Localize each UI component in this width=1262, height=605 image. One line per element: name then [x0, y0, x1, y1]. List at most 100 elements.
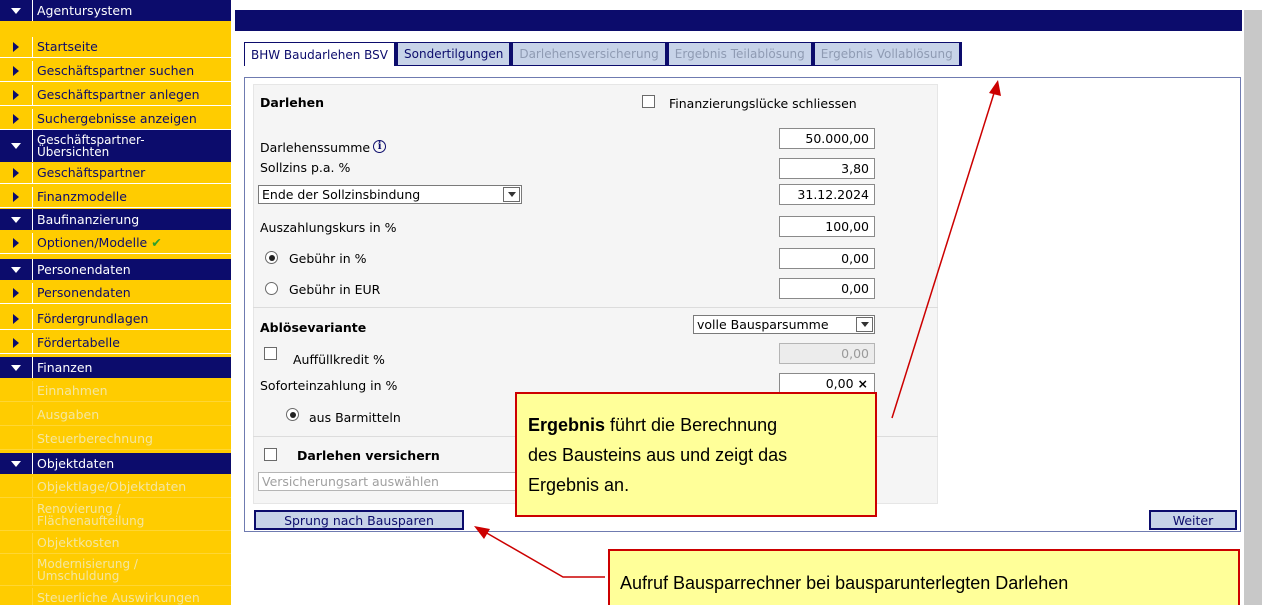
- sidebar-item-label: Fördergrundlagen: [33, 312, 148, 325]
- sidebar-item-17: Steuerberechnung: [0, 429, 231, 450]
- auszahlungskurs-input[interactable]: 100,00: [779, 216, 875, 237]
- sidebar-item-label-line: Finanzmodelle: [37, 189, 127, 204]
- darlehen-heading: Darlehen: [260, 95, 325, 110]
- sidebar-item-15: Einnahmen: [0, 381, 231, 402]
- sidebar-item-label-line: Modernisierung /: [37, 556, 138, 571]
- triangle-right-icon: [13, 42, 19, 52]
- triangle-right-icon: [13, 314, 19, 324]
- sidebar-item-13[interactable]: Fördertabelle: [0, 333, 231, 354]
- sidebar-item-label-line: Objektlage/Objektdaten: [37, 479, 187, 494]
- ergebnis-callout: Ergebnis führt die Berechnung des Bauste…: [515, 392, 877, 517]
- darlehenssumme-label: Darlehenssumme i: [260, 140, 387, 155]
- triangle-right-icon: [13, 66, 19, 76]
- abloesevariante-select[interactable]: volle Bausparsumme: [693, 315, 875, 334]
- triangle-down-icon: [11, 7, 21, 14]
- sidebar-item-label: Steuerberechnung: [33, 432, 153, 445]
- sidebar-item-label: Geschäftspartner- Übersichten: [33, 134, 145, 158]
- weiter-button[interactable]: Weiter: [1149, 510, 1237, 530]
- sidebar-item-label: Renovierung / Flächenaufteilung: [33, 503, 144, 527]
- sidebar-item-11[interactable]: Personendaten: [0, 283, 231, 304]
- sidebar-item-label: Ausgaben: [33, 408, 99, 421]
- sidebar-item-3[interactable]: Geschäftspartner anlegen: [0, 85, 231, 106]
- sidebar-item-label-line: Geschäftspartner suchen: [37, 63, 195, 78]
- info-icon[interactable]: i: [373, 140, 387, 153]
- triangle-right-icon: [13, 238, 19, 248]
- sollzins-input[interactable]: 3,80: [779, 158, 875, 179]
- checkmark-icon: ✔: [151, 235, 162, 250]
- zinsbindung-select[interactable]: Ende der Sollzinsbindung: [258, 185, 522, 204]
- sidebar-section-10[interactable]: Personendaten: [0, 259, 231, 280]
- sidebar-section-8[interactable]: Baufinanzierung: [0, 209, 231, 230]
- sidebar-item-16: Ausgaben: [0, 405, 231, 426]
- sidebar-item-label-line: Umschuldung: [37, 568, 120, 583]
- sidebar-item-label: Steuerliche Auswirkungen: [33, 591, 200, 604]
- section-divider: [253, 307, 938, 308]
- sidebar-item-22: Modernisierung / Umschuldung: [0, 554, 231, 586]
- sidebar-item-label: Einnahmen: [33, 383, 108, 398]
- tab-bar: BHW Baudarlehen BSV Sondertilgungen Darl…: [244, 42, 962, 66]
- sprung-bausparen-button[interactable]: Sprung nach Bausparen: [254, 510, 464, 530]
- tab-ergebnis-teilabloesung: Ergebnis Teilablösung: [667, 42, 814, 66]
- triangle-down-icon: [11, 266, 21, 273]
- sidebar-section-5[interactable]: Geschäftspartner- Übersichten: [0, 130, 231, 162]
- sidebar-item-label-line: Fördertabelle: [37, 335, 120, 350]
- chevron-down-icon: [503, 187, 520, 202]
- sidebar-item-label-line: Flächenaufteilung: [37, 513, 145, 528]
- triangle-down-icon: [11, 364, 21, 371]
- gebuehr-prozent-input[interactable]: 0,00: [779, 248, 875, 269]
- gebuehr-prozent-radio[interactable]: [265, 251, 278, 264]
- auffuellkredit-checkbox[interactable]: [264, 347, 277, 360]
- gebuehr-eur-input[interactable]: 0,00: [779, 278, 875, 299]
- sidebar-item-label: Finanzmodelle: [33, 189, 127, 204]
- sidebar-item-23: Steuerliche Auswirkungen: [0, 588, 231, 605]
- soforteinzahlung-label: Soforteinzahlung in %: [260, 378, 398, 393]
- auffuellkredit-label: Auffüllkredit %: [293, 352, 385, 367]
- sidebar-item-label: Modernisierung / Umschuldung: [33, 558, 138, 582]
- sidebar-item-4[interactable]: Suchergebnisse anzeigen: [0, 109, 231, 130]
- sidebar-item-label: Objektlage/Objektdaten: [33, 479, 187, 494]
- bausparrechner-callout: Aufruf Bausparrechner bei bausparunterle…: [608, 549, 1240, 605]
- barmittel-label: aus Barmitteln: [309, 410, 401, 425]
- darlehenssumme-input[interactable]: 50.000,00: [779, 128, 875, 149]
- sidebar-item-2[interactable]: Geschäftspartner suchen: [0, 61, 231, 82]
- finanzierungsluecke-checkbox[interactable]: [642, 95, 655, 108]
- abloesevariante-heading: Ablösevariante: [260, 320, 367, 335]
- sidebar-item-label: Geschäftspartner: [33, 166, 145, 179]
- soforteinzahlung-input[interactable]: 0,00 ×: [779, 373, 875, 394]
- tab-sondertilgungen[interactable]: Sondertilgungen: [397, 42, 513, 66]
- sidebar-section-0[interactable]: Agentursystem: [0, 0, 231, 21]
- sidebar-item-label-line: Suchergebnisse anzeigen: [37, 111, 197, 126]
- triangle-right-icon: [13, 90, 19, 100]
- sidebar-item-1[interactable]: Startseite: [0, 37, 231, 58]
- sidebar-item-label: Optionen/Modelle ✔: [33, 235, 162, 250]
- scrollbar-track[interactable]: [1244, 10, 1262, 605]
- auffuellkredit-input: 0,00: [779, 343, 875, 364]
- clear-icon[interactable]: ×: [858, 376, 868, 391]
- triangle-right-icon: [13, 288, 19, 298]
- sidebar-item-label: Finanzen: [33, 361, 92, 374]
- sidebar-item-7[interactable]: Finanzmodelle: [0, 187, 231, 208]
- sidebar-section-14[interactable]: Finanzen: [0, 357, 231, 378]
- sidebar-section-18[interactable]: Objektdaten: [0, 453, 231, 474]
- sidebar-item-12[interactable]: Fördergrundlagen: [0, 309, 231, 330]
- barmittel-radio[interactable]: [286, 408, 299, 421]
- sidebar-item-label-line: Objektdaten: [37, 455, 115, 471]
- sidebar-item-label: Baufinanzierung: [33, 211, 140, 227]
- sidebar-item-label-line: Agentursystem: [37, 2, 133, 18]
- sidebar-item-label: Objektkosten: [33, 536, 120, 549]
- sidebar-item-6[interactable]: Geschäftspartner: [0, 163, 231, 184]
- sidebar-item-label-line: Personendaten: [37, 261, 131, 277]
- sidebar-item-label-line: Einnahmen: [37, 383, 108, 398]
- tab-ergebnis-vollabloesung: Ergebnis Vollablösung: [813, 42, 962, 66]
- gebuehr-eur-radio[interactable]: [265, 282, 278, 295]
- sidebar-item-label-line: Baufinanzierung: [37, 211, 140, 227]
- tab-bhw-baudarlehen[interactable]: BHW Baudarlehen BSV: [244, 42, 398, 66]
- darlehen-versichern-checkbox[interactable]: [264, 448, 277, 461]
- sidebar-item-9[interactable]: Optionen/Modelle ✔: [0, 233, 231, 254]
- chevron-down-icon: [856, 317, 873, 332]
- sidebar-item-label: Objektdaten: [33, 455, 115, 471]
- gebuehr-prozent-label: Gebühr in %: [289, 251, 367, 266]
- finanzierungsluecke-label: Finanzierungslücke schliessen: [669, 96, 857, 111]
- sidebar-item-label: Geschäftspartner anlegen: [33, 88, 200, 101]
- zinsbindung-date-input[interactable]: 31.12.2024: [779, 184, 875, 205]
